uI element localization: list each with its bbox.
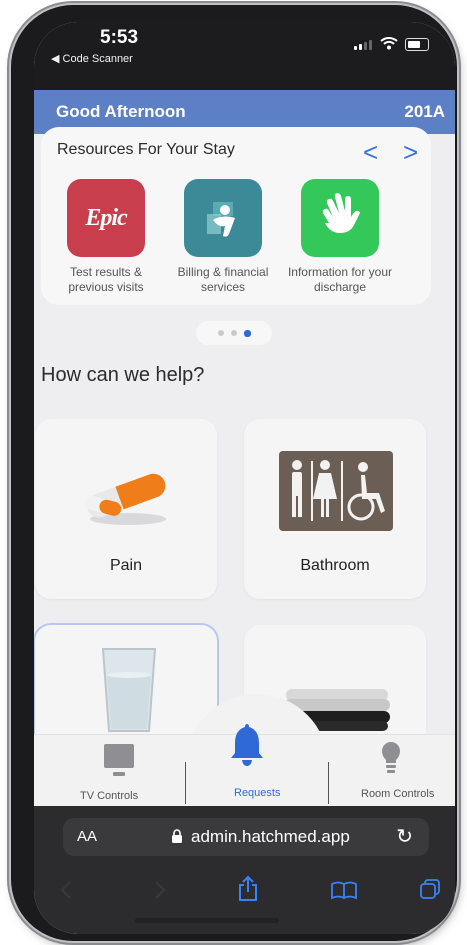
bookmarks-icon[interactable] [331,881,357,899]
resource-label: Information for your discharge [287,265,393,294]
url-bar[interactable]: AA admin.hatchmed.app ↻ [63,818,429,856]
browser-toolbar: AA admin.hatchmed.app ↻ [34,806,455,934]
hand-wave-icon [301,179,379,257]
back-icon[interactable] [60,880,72,900]
resource-label: Billing & financial services [177,265,269,294]
epic-logo-icon: Epic [67,179,145,257]
tab-requests[interactable]: Requests [234,787,280,799]
reload-icon[interactable]: ↻ [396,824,413,849]
pager-dot[interactable] [217,330,224,336]
pager-dot-active[interactable] [243,329,251,337]
status-bar: 5:53 ◀ Code Scanner [34,22,455,90]
request-tile-pain[interactable]: Pain [35,419,217,599]
tabs-icon[interactable] [419,878,441,900]
tv-icon[interactable] [104,744,134,778]
url-text[interactable]: admin.hatchmed.app [191,827,350,847]
tab-room-controls[interactable]: Room Controls [361,788,434,800]
phone-screen: 5:53 ◀ Code Scanner Good Afternoon 201A … [34,22,455,934]
resources-next-button[interactable]: > [403,137,418,168]
wifi-icon [380,37,398,50]
tile-label: Pain [109,557,143,574]
status-time: 5:53 [100,27,139,48]
resource-item-epic[interactable]: Epic Test results & previous visits [51,179,161,295]
back-to-app-link[interactable]: ◀ Code Scanner [51,52,133,65]
carousel-pager[interactable] [196,321,272,345]
greeting-text: Good Afternoon [56,102,186,121]
restroom-sign-icon [279,451,393,531]
signal-icon [354,40,372,50]
phone-frame: 5:53 ◀ Code Scanner Good Afternoon 201A … [11,5,457,941]
pager-dot[interactable] [230,330,237,336]
room-number: 201A [404,102,445,121]
share-icon[interactable] [238,876,258,902]
browser-nav-row [34,870,455,910]
help-heading: How can we help? [41,364,205,386]
water-glass-icon [101,648,157,732]
tab-tv-controls[interactable]: TV Controls [80,790,138,802]
forward-icon[interactable] [154,880,166,900]
resource-item-discharge[interactable]: Information for your discharge [285,179,395,295]
resource-item-billing[interactable]: Billing & financial services [168,179,278,295]
lightbulb-icon[interactable] [381,741,401,777]
bell-icon[interactable] [230,722,264,766]
tile-label: Bathroom [300,557,370,574]
resources-prev-button[interactable]: < [363,137,378,168]
resources-card: Resources For Your Stay < > Epic Test re… [41,127,431,305]
resource-label: Test results & previous visits [68,265,144,294]
home-indicator[interactable] [135,918,279,923]
health-person-icon [184,179,262,257]
request-tile-bathroom[interactable]: Bathroom [244,419,426,599]
tab-divider [328,762,329,804]
reader-options-button[interactable]: AA [77,828,97,845]
tab-divider [185,762,186,804]
battery-icon [405,38,429,51]
pills-icon [83,473,166,525]
resources-title: Resources For Your Stay [57,141,235,158]
lock-icon [172,829,182,843]
